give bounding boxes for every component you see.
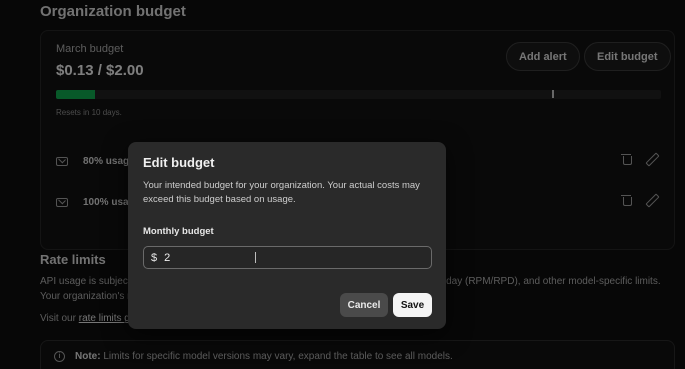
currency-symbol: $ bbox=[151, 251, 158, 264]
monthly-budget-input[interactable] bbox=[164, 251, 365, 264]
save-button[interactable]: Save bbox=[393, 293, 432, 317]
text-cursor-icon bbox=[255, 252, 256, 263]
monthly-budget-label: Monthly budget bbox=[143, 226, 214, 237]
edit-budget-modal: Edit budget Your intended budget for you… bbox=[128, 142, 446, 329]
modal-title: Edit budget bbox=[143, 155, 215, 170]
modal-description: Your intended budget for your organizati… bbox=[143, 180, 420, 205]
cancel-button[interactable]: Cancel bbox=[340, 293, 388, 317]
monthly-budget-field[interactable]: $ bbox=[143, 246, 432, 269]
